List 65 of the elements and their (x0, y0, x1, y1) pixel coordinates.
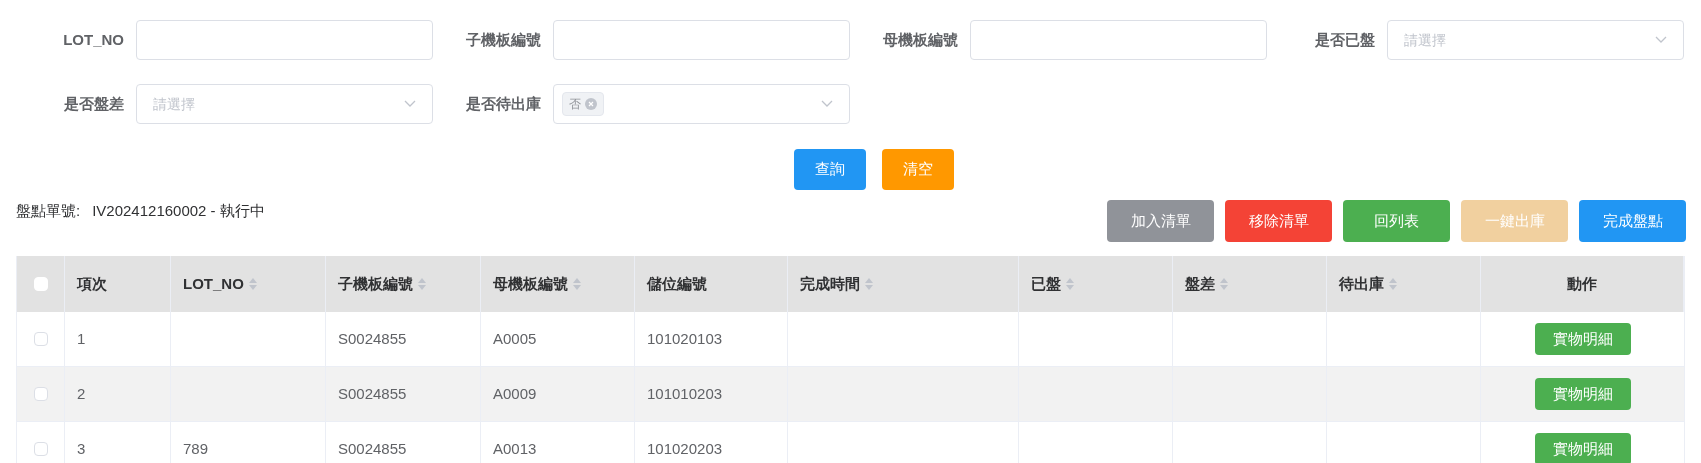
search-button[interactable]: 清空 (881, 149, 954, 190)
table-cell-text: 2 (77, 383, 86, 404)
column-header: 動作 (1567, 273, 1597, 294)
placeholder-text: 請選擇 (1404, 31, 1446, 50)
checkbox[interactable] (33, 332, 48, 346)
chevron-down-icon (404, 100, 416, 108)
column-header[interactable]: 已盤 (1031, 272, 1075, 296)
select-field[interactable]: 請選擇 (136, 84, 433, 124)
table-row[interactable]: 1 S0024855 A0005 101020103 實物明細 (17, 312, 1684, 367)
column-header[interactable]: LOT_NO (183, 272, 258, 296)
checkbox[interactable] (33, 442, 48, 456)
table-cell-text: 789 (183, 438, 209, 459)
action-button[interactable]: 完成盤點 (1579, 200, 1686, 242)
column-header: 項次 (77, 273, 107, 294)
table-cell-text: A0005 (493, 328, 537, 349)
table-cell-text: A0009 (493, 383, 537, 404)
select-field[interactable]: 否 (553, 84, 850, 124)
search-button[interactable]: 查詢 (793, 149, 866, 190)
order-label: 盤點單號: (16, 201, 81, 221)
field-label: 母機板編號 (883, 29, 958, 50)
text-field[interactable] (970, 20, 1267, 60)
column-header: 儲位編號 (647, 273, 707, 294)
table-cell-text: 101020203 (647, 438, 723, 459)
action-button[interactable]: 移除清單 (1225, 200, 1332, 242)
field-label: 子機板編號 (466, 29, 541, 50)
column-header[interactable]: 完成時間 (800, 272, 874, 296)
action-button[interactable]: 加入清單 (1107, 200, 1214, 242)
detail-button[interactable]: 實物明細 (1534, 323, 1631, 355)
field-label: 是否已盤 (1315, 29, 1375, 50)
checkbox[interactable] (33, 387, 48, 401)
text-field[interactable] (553, 20, 850, 60)
column-header[interactable]: 盤差 (1185, 272, 1229, 296)
table-cell-text: S0024855 (338, 328, 407, 349)
text-field[interactable] (136, 20, 433, 60)
table-cell-text: S0024855 (338, 383, 407, 404)
select-field[interactable]: 請選擇 (1387, 20, 1684, 60)
table-cell-text: 3 (77, 438, 86, 459)
sort-icon[interactable] (572, 277, 582, 291)
action-button[interactable]: 回列表 (1343, 200, 1450, 242)
detail-button[interactable]: 實物明細 (1534, 378, 1631, 410)
table-cell-text: S0024855 (338, 438, 407, 459)
column-header[interactable]: 母機板編號 (493, 272, 582, 296)
chevron-down-icon (1655, 36, 1667, 44)
sort-icon[interactable] (1388, 277, 1398, 291)
order-number: IV202412160002 - 執行中 (92, 201, 265, 221)
close-icon[interactable] (585, 98, 597, 110)
field-label: 是否待出庫 (466, 93, 541, 114)
chevron-down-icon (821, 100, 833, 108)
field-label: 是否盤差 (64, 93, 124, 114)
sort-icon[interactable] (1219, 277, 1229, 291)
field-label: LOT_NO (63, 29, 124, 50)
sort-icon[interactable] (864, 277, 874, 291)
selected-tag: 否 (562, 92, 604, 116)
placeholder-text: 請選擇 (153, 95, 195, 114)
detail-button[interactable]: 實物明細 (1534, 433, 1631, 463)
sort-icon[interactable] (247, 277, 258, 291)
table-cell-text: 101010203 (647, 383, 723, 404)
sort-icon[interactable] (417, 277, 427, 291)
column-header[interactable]: 子機板編號 (338, 272, 427, 296)
column-header[interactable]: 待出庫 (1339, 272, 1398, 296)
table-cell-text: 1 (77, 328, 86, 349)
table-cell-text: A0013 (493, 438, 537, 459)
sort-icon[interactable] (1065, 277, 1075, 291)
table-row[interactable]: 2 S0024855 A0009 101010203 實物明細 (17, 367, 1684, 422)
table-cell-text: 101020103 (647, 328, 723, 349)
